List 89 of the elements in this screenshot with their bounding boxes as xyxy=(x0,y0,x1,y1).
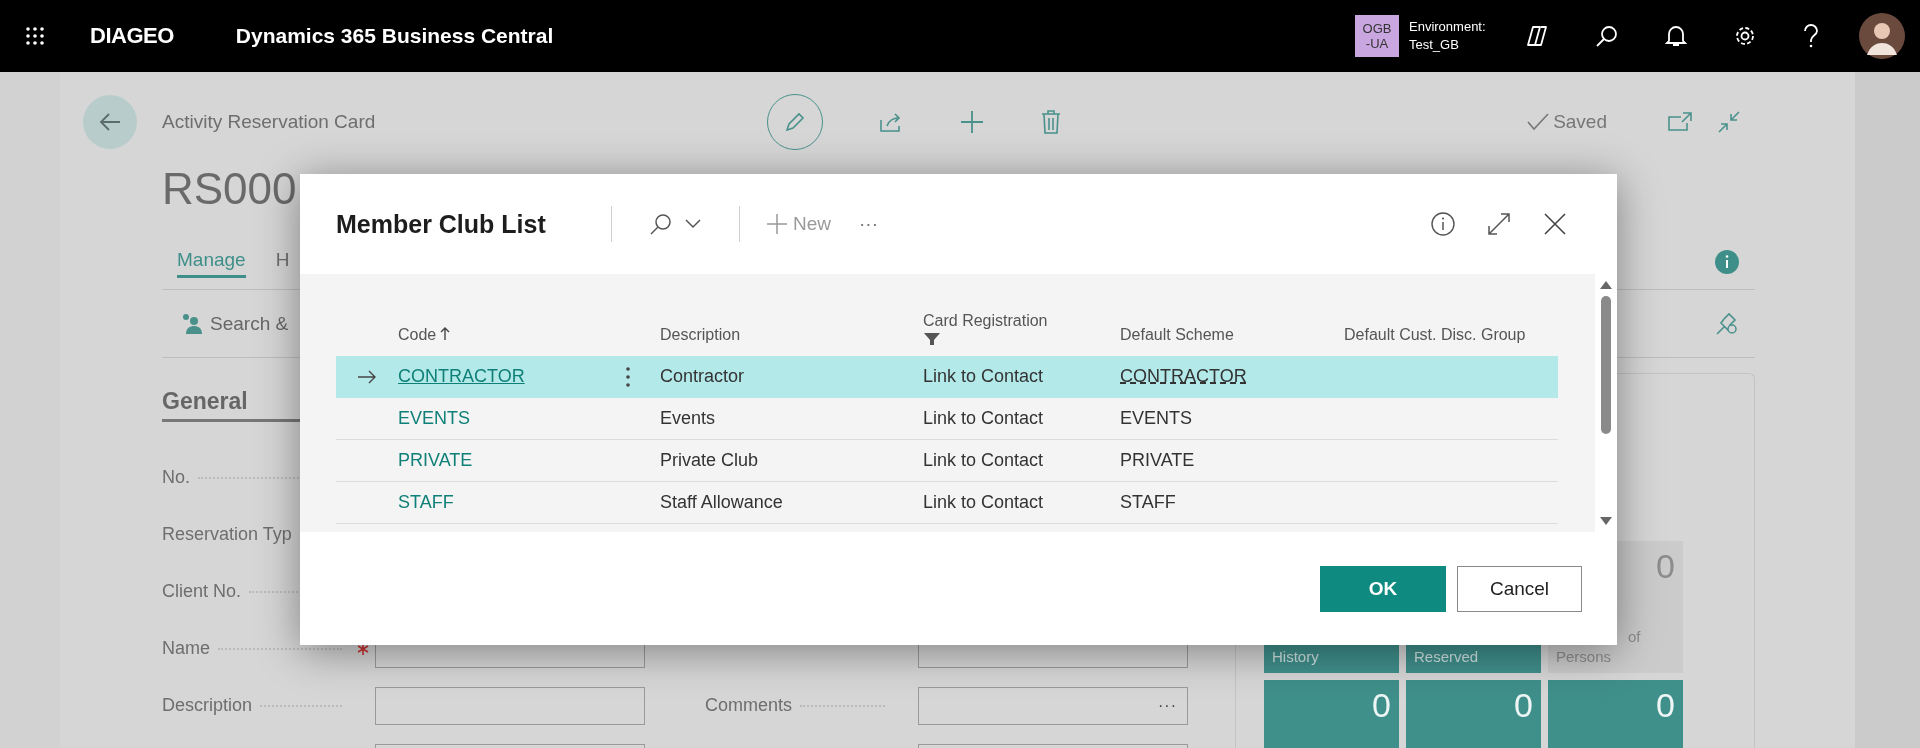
record-title: RS000 xyxy=(162,164,297,214)
cue-tile[interactable]: 0 xyxy=(1264,680,1399,748)
environment-label: Environment: xyxy=(1409,18,1487,36)
search-action[interactable]: Search & xyxy=(210,312,289,335)
expand-icon[interactable] xyxy=(1487,212,1511,236)
more-options-button[interactable]: ··· xyxy=(859,213,878,235)
table-cell-text: Contractor xyxy=(660,366,746,387)
code-link[interactable]: PRIVATE xyxy=(398,450,473,471)
tile-value: 0 xyxy=(1514,686,1533,725)
field-label: Description xyxy=(162,695,253,716)
row-actions-icon[interactable] xyxy=(626,366,630,387)
tile-label: Persons xyxy=(1556,647,1613,667)
copilot-icon[interactable] xyxy=(1525,25,1549,47)
field-label: Reservation Typ xyxy=(162,524,292,545)
table-cell-text: Link to Contact xyxy=(923,408,1045,429)
search-icon[interactable] xyxy=(1595,24,1619,48)
column-header[interactable]: Code xyxy=(398,324,660,346)
input-field[interactable]: ··· xyxy=(918,686,1188,725)
saved-status: Saved xyxy=(1553,111,1607,133)
environment-badge[interactable]: OGB -UA xyxy=(1355,15,1399,57)
check-icon xyxy=(1527,113,1550,131)
info-icon[interactable] xyxy=(1431,212,1455,236)
tile-label: Reserved xyxy=(1414,647,1480,667)
scrollbar-thumb[interactable] xyxy=(1601,296,1611,434)
scroll-down-icon[interactable] xyxy=(1599,516,1613,526)
app-launcher-icon[interactable] xyxy=(25,26,45,46)
help-icon[interactable] xyxy=(1803,24,1819,48)
field-label: Name xyxy=(162,638,210,659)
tab[interactable]: H xyxy=(275,245,290,278)
column-header[interactable]: Description xyxy=(660,324,923,346)
cue-tile[interactable]: 0 xyxy=(1548,680,1683,748)
chevron-down-icon[interactable] xyxy=(685,219,701,229)
tile-value: 0 xyxy=(1656,547,1675,586)
table-cell-text: STAFF xyxy=(1120,492,1177,513)
sort-arrow-icon xyxy=(440,326,451,340)
table-row[interactable]: EVENTS Events Link to Contact EVENTS xyxy=(336,398,1558,440)
tile-label: History xyxy=(1272,647,1320,667)
person-sparkle-icon xyxy=(182,312,202,335)
cancel-button[interactable]: Cancel xyxy=(1457,565,1582,612)
field-label: No. xyxy=(162,467,190,488)
page-caption: Activity Reservation Card xyxy=(162,111,377,133)
filter-icon xyxy=(923,332,941,346)
notification-bell-icon[interactable] xyxy=(1665,24,1687,48)
pencil-icon xyxy=(783,110,807,134)
table-cell-text: CONTRACTOR xyxy=(1120,366,1248,387)
code-link[interactable]: CONTRACTOR xyxy=(398,366,525,387)
code-link[interactable]: EVENTS xyxy=(398,408,471,429)
table-cell-text: Staff Allowance xyxy=(660,492,784,513)
arrow-left-icon xyxy=(98,112,122,132)
settings-icon[interactable] xyxy=(1733,24,1757,48)
environment-name: Test_GB xyxy=(1409,36,1460,54)
pin-icon[interactable] xyxy=(1715,311,1739,336)
table-cell-text: Link to Contact xyxy=(923,366,1045,387)
assist-button[interactable]: ··· xyxy=(1158,696,1177,715)
search-icon[interactable] xyxy=(649,212,673,236)
plus-icon xyxy=(766,213,788,235)
table-cell-text: Private Club xyxy=(660,450,760,471)
field-label: Comments xyxy=(705,695,793,716)
info-icon[interactable] xyxy=(1715,249,1739,274)
tile-value: 0 xyxy=(1372,686,1391,725)
table-cell-text: EVENTS xyxy=(1120,408,1194,429)
row-arrow-icon xyxy=(357,369,377,384)
company-logo: DIAGEO xyxy=(90,23,174,49)
close-icon[interactable] xyxy=(1543,212,1567,236)
table-row[interactable]: PRIVATE Private Club Link to Contact PRIVATE xyxy=(336,440,1558,482)
table-cell-text: PRIVATE xyxy=(1120,450,1196,471)
back-button[interactable] xyxy=(83,95,137,149)
table-row[interactable]: STAFF Staff Allowance Link to Contact STAFF xyxy=(336,482,1558,524)
code-link[interactable]: STAFF xyxy=(398,492,454,513)
input-field[interactable] xyxy=(375,686,645,725)
column-header[interactable]: Default Scheme xyxy=(1120,324,1344,346)
add-icon[interactable] xyxy=(959,109,985,135)
cue-tile[interactable]: 0 xyxy=(1406,680,1541,748)
column-header[interactable]: Card Registration xyxy=(923,310,1120,346)
table-cell-text: Link to Contact xyxy=(923,492,1045,513)
field-label: Client No. xyxy=(162,581,242,602)
tile-value: 0 xyxy=(1656,686,1675,725)
scroll-up-icon[interactable] xyxy=(1599,280,1613,290)
table-cell-text: Link to Contact xyxy=(923,450,1045,471)
table-cell-text: Events xyxy=(660,408,717,429)
table-row[interactable]: CONTRACTOR Contractor Link to Contact CONTRACTOR xyxy=(336,356,1558,398)
column-header[interactable]: Default Cust. Disc. Group xyxy=(1344,324,1558,346)
ok-button[interactable]: OK xyxy=(1320,565,1446,612)
user-avatar[interactable] xyxy=(1859,13,1905,59)
dialog-title: Member Club List xyxy=(336,209,547,239)
tile-label: of xyxy=(1627,627,1642,647)
app-title: Dynamics 365 Business Central xyxy=(235,24,554,48)
collapse-icon[interactable] xyxy=(1717,110,1741,134)
delete-icon[interactable] xyxy=(1040,109,1062,135)
